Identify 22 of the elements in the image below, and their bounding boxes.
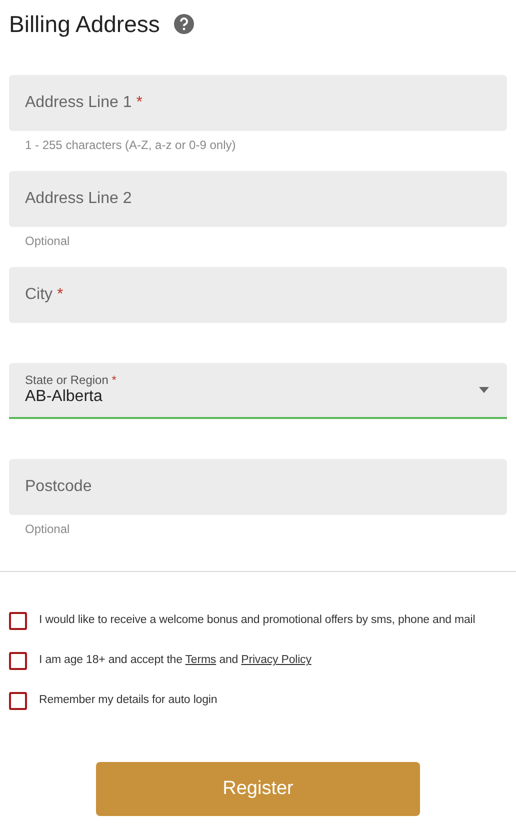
help-icon[interactable] [174, 14, 194, 34]
input-field[interactable]: Postcode [9, 459, 507, 515]
form-title: Billing Address [9, 10, 160, 39]
field-label: State or Region * [25, 373, 116, 387]
policy-link[interactable]: Terms [185, 654, 216, 666]
dropdown-caret-icon [479, 387, 489, 393]
input-field[interactable]: Address Line 2 [9, 171, 507, 227]
state-select[interactable]: State or Region * AB-Alberta [9, 363, 507, 419]
field-hint: Optional [25, 233, 71, 250]
checkbox-label: I would like to receive a welcome bonus and promotional offers by sms, phone and mail [39, 613, 476, 628]
checkbox-label: I am age 18+ and accept the Terms and Privacy Policy [39, 653, 312, 668]
input-field[interactable]: City * [9, 267, 507, 323]
policy-link[interactable]: Privacy Policy [241, 654, 312, 666]
checkbox-label: Remember my details for auto login [39, 693, 218, 708]
field-hint: 1 - 255 characters (A-Z, a-z or 0-9 only) [25, 137, 237, 154]
register-button[interactable]: Register [96, 762, 420, 816]
checkbox[interactable] [9, 652, 27, 670]
field-hint: Optional [25, 521, 71, 538]
input-field[interactable]: Address Line 1 * [9, 75, 507, 131]
checkbox[interactable] [9, 612, 27, 630]
checkbox[interactable] [9, 692, 27, 710]
field-value: AB-Alberta [25, 387, 104, 407]
